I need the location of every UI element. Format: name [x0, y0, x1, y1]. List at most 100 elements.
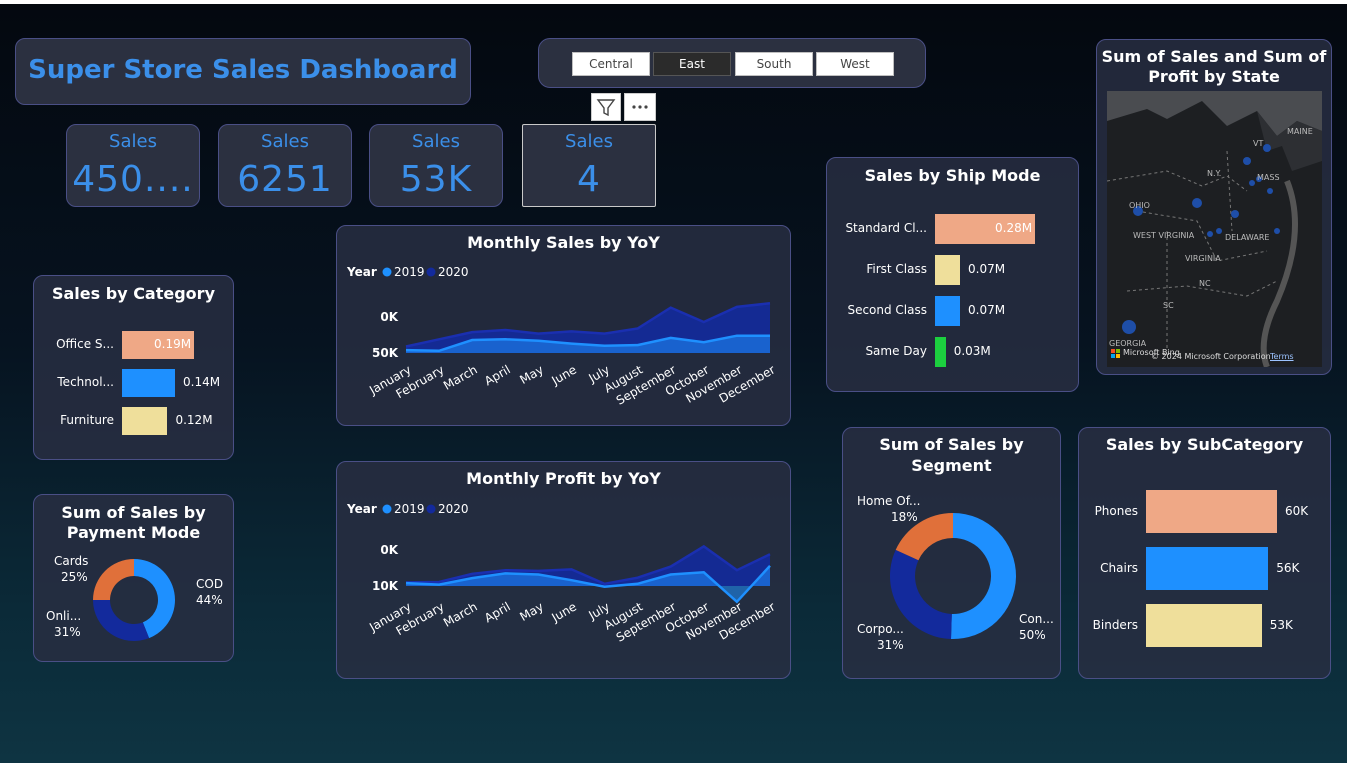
- monthly-profit-x-tick-label: March: [441, 599, 480, 629]
- more-options-icon[interactable]: [624, 93, 656, 121]
- ship-mode-category-label: Same Day: [865, 344, 927, 358]
- monthly-profit-legend-marker: [426, 504, 436, 514]
- segment-slice[interactable]: [951, 513, 1017, 639]
- map-label-nc: NC: [1199, 279, 1211, 288]
- ship-mode-bar[interactable]: [935, 337, 946, 367]
- payment-mode-slice[interactable]: [93, 600, 150, 641]
- category-value-label: 0.14M: [183, 375, 221, 389]
- map-card: Sum of Sales and Sum of Profit by State: [1096, 39, 1332, 375]
- ship-mode-value-label: 0.07M: [968, 303, 1006, 317]
- card-title: Sales by Ship Mode: [864, 166, 1041, 185]
- window-top-border: [0, 0, 1351, 4]
- subcategory-value-label: 60K: [1285, 503, 1309, 518]
- card-title: Sales by SubCategory: [1105, 435, 1304, 454]
- map-attribution: © 2024 Microsoft Corporation: [1151, 352, 1271, 361]
- dashboard-title: Super Store Sales Dashboard: [28, 55, 458, 85]
- region-option-central[interactable]: Central: [572, 52, 650, 76]
- kpi-card-4[interactable]: Sales 4: [522, 124, 656, 207]
- kpi-card-3: Sales 53K: [369, 124, 503, 207]
- subcategory-bar[interactable]: [1146, 547, 1269, 590]
- state-map[interactable]: MAINE VT N.Y. MASS OHIO WEST VIRGINIA DE…: [1107, 91, 1322, 367]
- monthly-profit-x-tick-label: April: [482, 599, 513, 625]
- monthly-profit-area-chart[interactable]: Year 2019 20200K10KJanuaryFebruaryMarch Apr…: [337, 462, 790, 678]
- region-option-south[interactable]: South: [735, 52, 813, 76]
- map-terms-link[interactable]: Terms: [1270, 352, 1294, 361]
- dashboard-title-card: Super Store Sales Dashboard: [15, 38, 471, 105]
- payment-mode-slice-label: Cards: [54, 554, 88, 568]
- kpi-card-1: Sales 450....: [66, 124, 200, 207]
- monthly-sales-legend-label[interactable]: 2020: [438, 265, 469, 279]
- monthly-sales-area-chart[interactable]: Year 2019 20200K50KJanuaryFebruaryMarch Apr…: [337, 226, 790, 425]
- category-value-label: 0.12M: [175, 413, 213, 427]
- payment-mode-slice-label: Onli...: [46, 609, 81, 623]
- map-label-delaware: DELAWARE: [1225, 233, 1270, 242]
- payment-mode-card: Sum of Sales by Payment Mode COD 44% Onli.…: [33, 494, 234, 662]
- kpi-value: 6251: [237, 159, 333, 200]
- monthly-sales-legend-title: Year: [346, 265, 377, 279]
- ship-mode-bar[interactable]: [935, 296, 960, 326]
- ship-mode-bar[interactable]: [935, 255, 960, 285]
- subcategory-value-label: 53K: [1269, 617, 1293, 632]
- map-label-maine: MAINE: [1287, 127, 1313, 136]
- card-title-line-1: Sum of Sales and Sum of: [1101, 47, 1327, 66]
- bing-logo-icon: [1111, 349, 1120, 358]
- monthly-sales-x-tick-label: May: [517, 362, 545, 387]
- segment-slice-percent: 50%: [1019, 628, 1046, 642]
- monthly-profit-y-tick-label: 0K: [380, 543, 398, 557]
- region-slicer: Central East South West: [538, 38, 926, 88]
- ship-mode-category-label: Second Class: [847, 303, 927, 317]
- monthly-sales-x-tick-label: April: [482, 362, 513, 388]
- kpi-label: Sales: [412, 131, 460, 152]
- payment-mode-slice-percent: 31%: [54, 625, 81, 639]
- sales-by-ship-mode-card: Sales by Ship Mode Standard Cl... 0.28M Fi…: [826, 157, 1079, 392]
- monthly-sales-x-tick-label: June: [548, 362, 579, 388]
- payment-mode-slice-percent: 44%: [196, 593, 223, 607]
- monthly-profit-legend-label[interactable]: 2020: [438, 502, 469, 516]
- monthly-profit-legend-title: Year: [346, 502, 377, 516]
- category-bar[interactable]: [122, 407, 168, 435]
- kpi-label: Sales: [565, 131, 613, 152]
- monthly-sales-y-tick-label: 50K: [372, 346, 399, 360]
- kpi-label: Sales: [109, 131, 157, 152]
- payment-mode-donut[interactable]: COD 44% Onli... 31% Cards 25%: [34, 495, 233, 661]
- card-title-line-2: Profit by State: [1148, 67, 1280, 86]
- payment-mode-slice[interactable]: [93, 559, 134, 600]
- segment-slice-percent: 31%: [877, 638, 904, 652]
- map-label-georgia: GEORGIA: [1109, 339, 1147, 348]
- map-label-ohio: OHIO: [1129, 201, 1150, 210]
- monthly-sales-card: Monthly Sales by YoY Year 2019 2020 0K 50K Ja…: [336, 225, 791, 426]
- segment-donut[interactable]: Con... 50% Corpo... 31% Home Of... 18%: [843, 428, 1060, 678]
- subcategory-category-label: Phones: [1094, 503, 1138, 518]
- region-option-east[interactable]: East: [653, 52, 731, 76]
- monthly-profit-x-tick-label: June: [548, 599, 579, 625]
- category-category-label: Furniture: [60, 413, 114, 427]
- filter-icon[interactable]: [591, 93, 621, 121]
- category-category-label: Technol...: [57, 375, 114, 389]
- map-label-virginia: VIRGINIA: [1185, 254, 1221, 263]
- monthly-profit-y-tick-label: 10K: [372, 579, 399, 593]
- monthly-profit-x-tick-label: May: [517, 599, 545, 624]
- monthly-sales-y-tick-label: 0K: [380, 310, 398, 324]
- segment-slice-label: Corpo...: [857, 622, 904, 636]
- category-value-label: 0.19M: [154, 337, 192, 351]
- ship-mode-value-label: 0.28M: [995, 221, 1033, 235]
- ship-mode-value-label: 0.03M: [953, 344, 991, 358]
- subcategory-category-label: Binders: [1092, 617, 1138, 632]
- monthly-sales-x-tick-label: March: [441, 362, 480, 392]
- map-label-vt: VT: [1253, 139, 1264, 148]
- map-label-west-virginia: WEST VIRGINIA: [1133, 231, 1195, 240]
- kpi-value: 450....: [72, 159, 194, 200]
- card-title: Sales by Category: [51, 284, 215, 303]
- monthly-profit-legend-label[interactable]: 2019: [394, 502, 425, 516]
- kpi-label: Sales: [261, 131, 309, 152]
- sales-by-subcategory-card: Sales by SubCategory Phones 60K Chairs 56K B…: [1078, 427, 1331, 679]
- monthly-profit-legend-marker: [382, 504, 392, 514]
- region-option-west[interactable]: West: [816, 52, 894, 76]
- ship-mode-category-label: First Class: [866, 262, 927, 276]
- category-bar[interactable]: [122, 369, 176, 397]
- segment-slice-percent: 18%: [891, 510, 918, 524]
- subcategory-bar[interactable]: [1146, 604, 1262, 647]
- subcategory-bar[interactable]: [1146, 490, 1277, 533]
- map-label-mass: MASS: [1257, 173, 1280, 182]
- monthly-sales-legend-label[interactable]: 2019: [394, 265, 425, 279]
